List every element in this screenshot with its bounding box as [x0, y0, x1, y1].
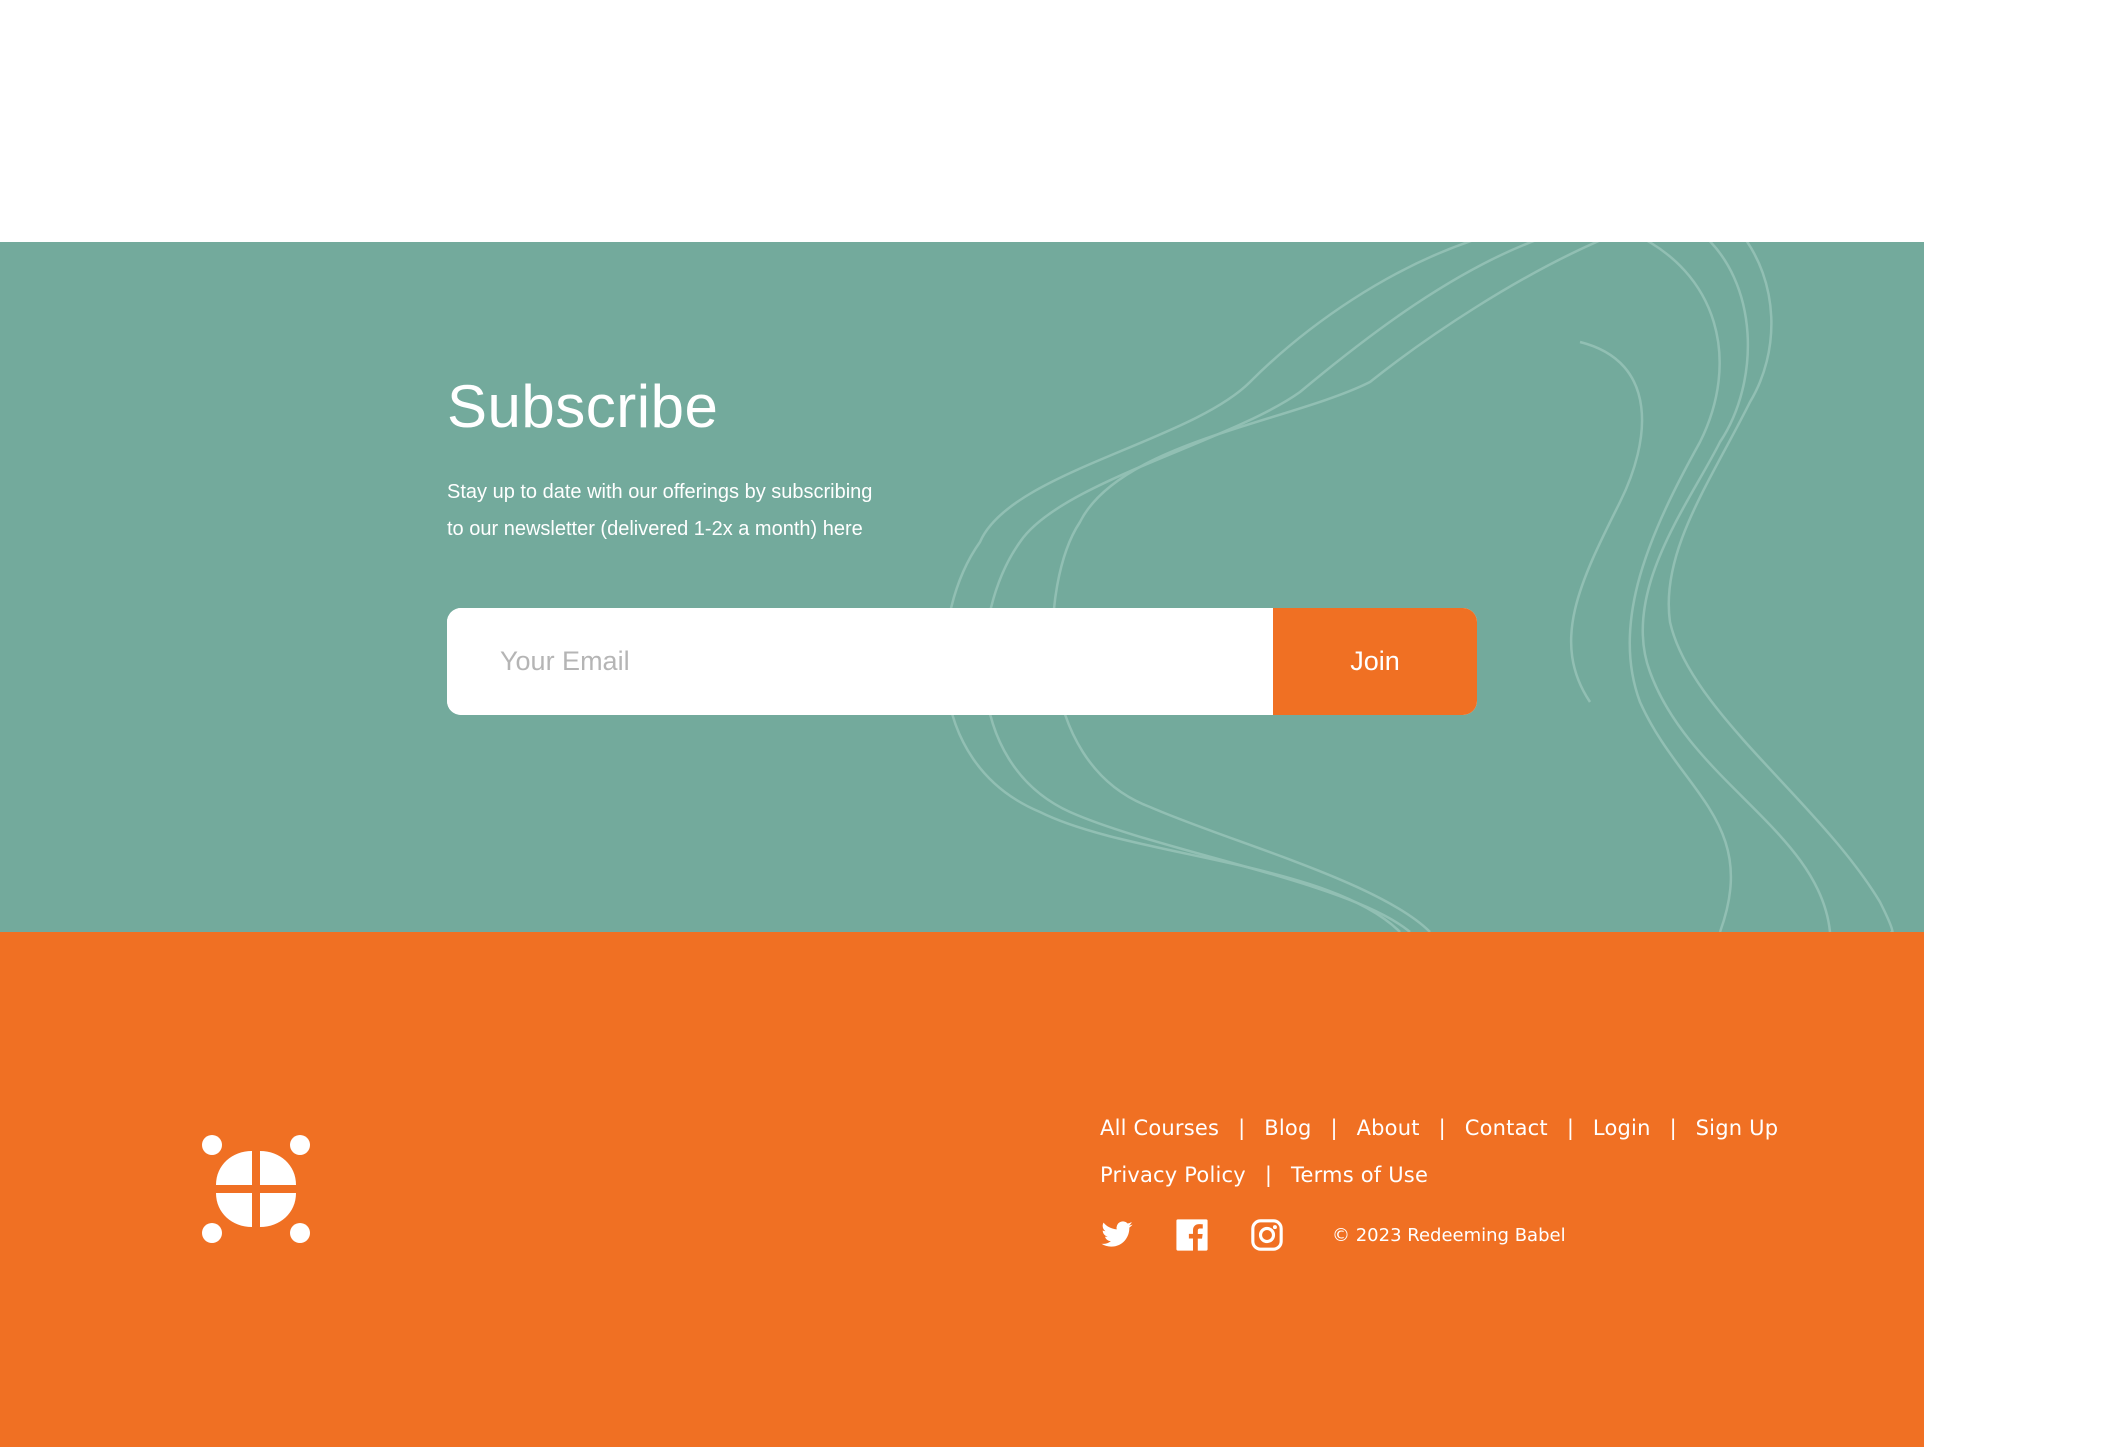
- footer-nav-legal: Privacy Policy | Terms of Use: [1100, 1162, 1778, 1188]
- twitter-icon[interactable]: [1100, 1218, 1134, 1252]
- footer-nav: All Courses | Blog | About | Contact | L…: [1100, 1115, 1778, 1209]
- nav-link-all-courses[interactable]: All Courses: [1100, 1116, 1219, 1140]
- page: Subscribe Stay up to date with our offer…: [0, 0, 2104, 1447]
- footer-nav-primary: All Courses | Blog | About | Contact | L…: [1100, 1115, 1778, 1141]
- subscribe-description-line-1: Stay up to date with our offerings by su…: [447, 481, 873, 503]
- nav-link-terms-of-use[interactable]: Terms of Use: [1291, 1163, 1428, 1187]
- subscribe-title: Subscribe: [447, 373, 719, 440]
- decorative-wave-lines: [943, 242, 1894, 932]
- nav-link-contact[interactable]: Contact: [1465, 1116, 1548, 1140]
- nav-separator: |: [1238, 1116, 1246, 1140]
- copyright-text: © 2023 Redeeming Babel: [1332, 1224, 1566, 1246]
- nav-separator: |: [1330, 1116, 1338, 1140]
- join-button[interactable]: Join: [1273, 608, 1477, 715]
- nav-separator: |: [1438, 1116, 1446, 1140]
- nav-link-login[interactable]: Login: [1593, 1116, 1651, 1140]
- nav-separator: |: [1669, 1116, 1677, 1140]
- subscribe-description-line-2: to our newsletter (delivered 1-2x a mont…: [447, 518, 863, 540]
- nav-link-privacy-policy[interactable]: Privacy Policy: [1100, 1163, 1246, 1187]
- instagram-icon[interactable]: [1250, 1218, 1284, 1252]
- nav-link-sign-up[interactable]: Sign Up: [1696, 1116, 1779, 1140]
- subscribe-section: Subscribe Stay up to date with our offer…: [0, 242, 1924, 932]
- nav-separator: |: [1566, 1116, 1574, 1140]
- facebook-icon[interactable]: [1175, 1218, 1209, 1252]
- nav-separator: |: [1264, 1163, 1272, 1187]
- social-links: © 2023 Redeeming Babel: [1100, 1218, 1566, 1252]
- nav-link-blog[interactable]: Blog: [1264, 1116, 1311, 1140]
- site-footer: All Courses | Blog | About | Contact | L…: [0, 932, 1924, 1447]
- subscribe-description: Stay up to date with our offerings by su…: [447, 474, 967, 548]
- nav-link-about[interactable]: About: [1357, 1116, 1420, 1140]
- email-input[interactable]: [447, 608, 1273, 715]
- redeeming-babel-logo-icon[interactable]: [202, 1135, 310, 1243]
- newsletter-form: Join: [447, 608, 1477, 715]
